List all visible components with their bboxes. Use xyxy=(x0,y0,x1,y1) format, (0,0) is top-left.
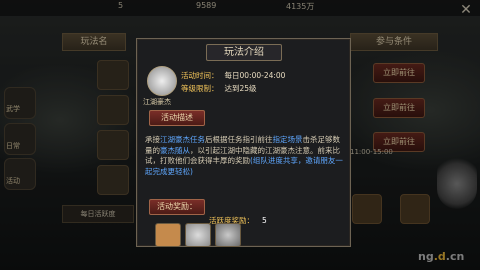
favor-value: 5 xyxy=(262,216,267,225)
activity-description-tab: 活动描述 xyxy=(149,110,205,126)
activity-time-label: 活动时间： xyxy=(181,71,219,80)
activity-description: 承接江湖豪杰任务后根据任务指引前往指定场景击杀足够数量的豪杰随从，以引起江湖中隐… xyxy=(145,135,343,176)
activity-time-row: 活动时间： 每日00:00-24:00 xyxy=(181,70,285,81)
level-limit-row: 等级限制： 达到25级 xyxy=(181,83,257,94)
reward-book-icon[interactable] xyxy=(155,223,181,247)
reward-silver-ingot-icon[interactable] xyxy=(185,223,211,247)
level-limit-value: 达到25级 xyxy=(224,84,257,93)
level-limit-label: 等级限制： xyxy=(181,84,219,93)
hero-avatar xyxy=(147,66,177,96)
activity-reward-tab: 活动奖励： xyxy=(149,199,205,215)
activity-time-value: 每日00:00-24:00 xyxy=(224,71,286,80)
gameplay-intro-modal: 玩法介绍 江湖豪杰 活动时间： 每日00:00-24:00 等级限制： 达到25级 … xyxy=(136,38,351,247)
avatar-label: 江湖豪杰 xyxy=(143,98,171,106)
reward-ore-icon[interactable] xyxy=(215,223,241,247)
modal-title: 玩法介绍 xyxy=(206,44,282,61)
